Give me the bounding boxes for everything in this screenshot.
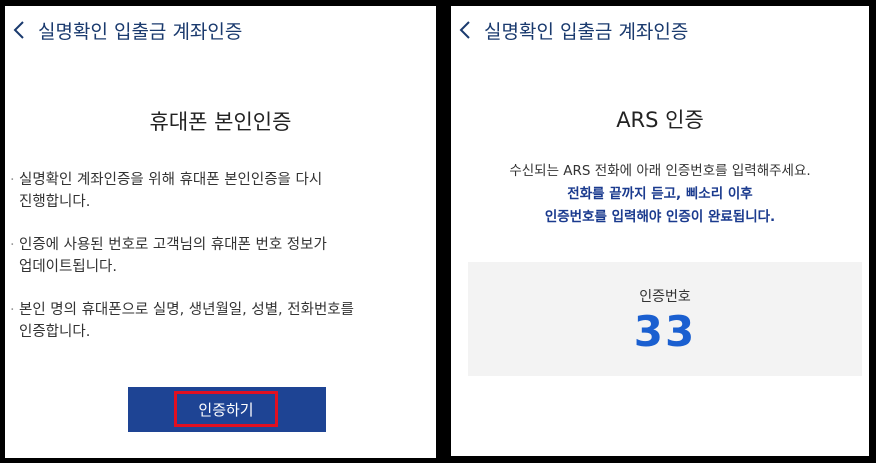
ars-verification-screen: 실명확인 입출금 계좌인증 ARS 인증 수신되는 ARS 전화에 아래 인증번… [451, 6, 869, 456]
verify-button[interactable]: 인증하기 [128, 387, 326, 432]
verification-code-value: 33 [633, 307, 697, 356]
section-heading: 휴대폰 본인인증 [149, 110, 292, 134]
bullet-text: 인증에 사용된 번호로 고객님의 휴대폰 번호 정보가 업데이트됩니다. [19, 237, 327, 275]
instruction-line-1: 수신되는 ARS 전화에 아래 인증번호를 입력해주세요. [509, 163, 811, 179]
section-heading: ARS 인증 [616, 108, 704, 132]
info-bullet-3: · 본인 명의 휴대폰으로 실명, 생년월일, 성별, 전화번호를 인증합니다. [10, 299, 416, 343]
ars-instructions: 수신되는 ARS 전화에 아래 인증번호를 입력해주세요. 전화를 끝까지 듣고… [451, 160, 869, 229]
page-title: 실명확인 입출금 계좌인증 [38, 20, 243, 43]
chevron-left-icon [459, 21, 470, 39]
instruction-line-3: 인증번호를 입력해야 인증이 완료됩니다. [544, 209, 776, 225]
info-bullet-1: · 실명확인 계좌인증을 위해 휴대폰 본인인증을 다시 진행합니다. [10, 169, 416, 213]
verification-code-box: 인증번호 33 [468, 262, 862, 376]
bullet-marker: · [10, 172, 15, 188]
back-button[interactable] [458, 19, 480, 41]
chevron-left-icon [13, 21, 24, 39]
info-bullet-2: · 인증에 사용된 번호로 고객님의 휴대폰 번호 정보가 업데이트됩니다. [10, 234, 416, 278]
verify-button-label: 인증하기 [174, 391, 278, 427]
bullet-text: 본인 명의 휴대폰으로 실명, 생년월일, 성별, 전화번호를 인증합니다. [19, 302, 354, 340]
phone-verification-screen: 실명확인 입출금 계좌인증 휴대폰 본인인증 · 실명확인 계좌인증을 위해 휴… [5, 6, 436, 458]
bullet-text: 실명확인 계좌인증을 위해 휴대폰 본인인증을 다시 진행합니다. [19, 172, 323, 210]
verification-code-label: 인증번호 [639, 289, 691, 305]
bullet-marker: · [10, 237, 15, 253]
back-button[interactable] [12, 19, 34, 41]
page-title: 실명확인 입출금 계좌인증 [484, 20, 689, 43]
instruction-line-2: 전화를 끝까지 듣고, 삐소리 이후 [567, 186, 753, 202]
app-header: 실명확인 입출금 계좌인증 [451, 6, 869, 54]
bullet-marker: · [10, 302, 15, 318]
app-header: 실명확인 입출금 계좌인증 [5, 6, 436, 54]
